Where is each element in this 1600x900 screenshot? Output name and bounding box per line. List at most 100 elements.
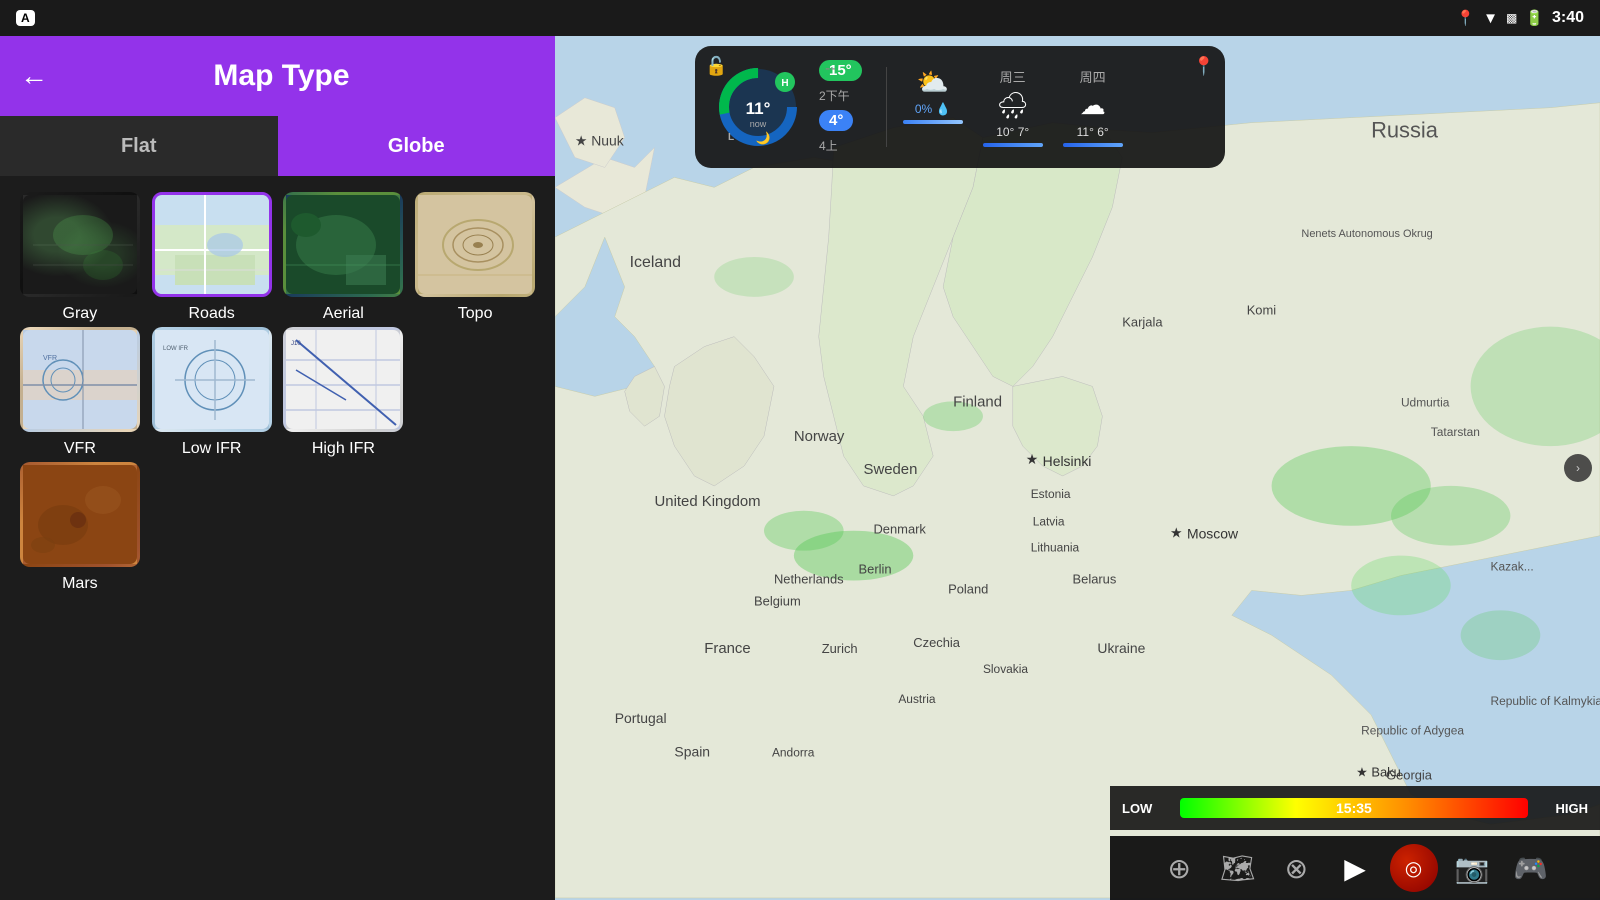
label-helsinki: Helsinki — [1043, 453, 1092, 469]
battery-icon: 🔋 — [1525, 9, 1544, 27]
target-icon[interactable]: ⊕ — [1155, 844, 1203, 892]
camera-icon[interactable]: 📷 — [1448, 844, 1496, 892]
map-thumb-high-ifr: J10 — [283, 327, 403, 432]
label-zurich: Zurich — [822, 641, 858, 656]
legend-low: LOW — [1110, 801, 1164, 816]
label-czechia: Czechia — [913, 635, 960, 650]
status-bar: A 📍 ▼ ▩ 🔋 3:40 — [0, 0, 1600, 36]
globe-icon[interactable]: ◎ — [1390, 844, 1438, 892]
thu-cloud-icon: ☁ — [1080, 90, 1106, 121]
now-label: now — [750, 119, 767, 129]
label-belarus: Belarus — [1073, 571, 1117, 586]
globe-toggle[interactable]: Globe — [278, 116, 556, 176]
map-type-high-ifr[interactable]: J10 High IFR — [280, 327, 408, 458]
layers-icon[interactable]: ⊗ — [1272, 844, 1320, 892]
mars-map-svg — [23, 465, 137, 564]
low-ifr-map-svg: LOW IFR — [155, 330, 269, 429]
label-russia: Russia — [1371, 118, 1439, 143]
label-spain: Spain — [674, 744, 710, 760]
map-thumb-topo — [415, 192, 535, 297]
flat-toggle[interactable]: Flat — [0, 116, 278, 176]
label-norway: Norway — [794, 428, 845, 445]
label-moscow: Moscow — [1187, 526, 1239, 542]
gamepad-icon[interactable]: 🎮 — [1507, 844, 1555, 892]
wifi-icon: ▼ — [1483, 10, 1498, 27]
label-sweden: Sweden — [864, 461, 918, 478]
panel-title: Map Type — [68, 59, 495, 93]
map-type-low-ifr[interactable]: LOW IFR Low IFR — [148, 327, 276, 458]
label-portugal: Portugal — [615, 710, 667, 726]
map-label-vfr: VFR — [64, 440, 96, 458]
status-app-icon: A — [16, 10, 35, 26]
map-icon[interactable]: 🗺 — [1214, 844, 1262, 892]
map-area: Russia Iceland Finland Norway Sweden Uni… — [555, 36, 1600, 900]
status-left: A — [16, 10, 35, 26]
location-icon: 📍 — [1456, 9, 1475, 27]
thu-bar — [1063, 143, 1123, 147]
map-thumb-roads — [152, 192, 272, 297]
label-tatarstan: Tatarstan — [1431, 425, 1480, 439]
map-type-aerial[interactable]: Aerial — [280, 192, 408, 323]
forecast-thursday: 周四 ☁ 11° 6° — [1063, 67, 1123, 147]
map-label-aerial: Aerial — [323, 305, 364, 323]
map-thumb-aerial — [283, 192, 403, 297]
l-label: L — [728, 132, 734, 143]
map-thumb-gray — [20, 192, 140, 297]
low-temp-label: 4上 — [819, 137, 838, 154]
map-grid: Gray Roads — [0, 176, 555, 900]
today-rain: 0% 💧 — [915, 102, 951, 116]
today-cloud-icon: ⛅ — [917, 67, 949, 98]
label-belgium: Belgium — [754, 593, 801, 608]
star-helsinki: ★ — [1026, 451, 1038, 467]
label-adygea: Republic of Adygea — [1361, 724, 1464, 738]
label-latvia: Latvia — [1033, 515, 1065, 529]
status-right: 📍 ▼ ▩ 🔋 3:40 — [1456, 9, 1584, 27]
star-baku: ★ Baku — [1356, 765, 1401, 780]
dial-svg: H L 🌙 11° now — [713, 62, 803, 152]
label-france: France — [704, 640, 750, 657]
aerial-map-svg — [286, 195, 400, 294]
legend-bar: LOW 15:35 HIGH — [1110, 786, 1600, 830]
toggle-row: Flat Globe — [0, 116, 555, 176]
map-type-roads[interactable]: Roads — [148, 192, 276, 323]
wed-bar — [983, 143, 1043, 147]
svg-text:VFR: VFR — [43, 355, 57, 362]
high-ifr-map-svg: J10 — [286, 330, 400, 429]
panel-header: ← Map Type — [0, 36, 555, 116]
weather-forecast: ⛅ 0% 💧 周三 🌧 10° 7° 周四 ☁ 11° 6 — [886, 67, 1123, 147]
map-thumb-vfr: VFR — [20, 327, 140, 432]
map-label-topo: Topo — [458, 305, 493, 323]
vfr-map-svg: VFR — [23, 330, 137, 429]
map-thumb-mars — [20, 462, 140, 567]
label-slovakia: Slovakia — [983, 662, 1028, 676]
label-estonia: Estonia — [1031, 487, 1071, 501]
h-label: H — [781, 78, 788, 89]
svg-text:J10: J10 — [291, 341, 301, 347]
map-label-mars: Mars — [62, 575, 98, 593]
left-panel: ← Map Type Flat Globe Gray — [0, 36, 555, 900]
thu-temps: 11° 6° — [1077, 125, 1109, 139]
label-lithuania: Lithuania — [1031, 541, 1080, 555]
map-type-vfr[interactable]: VFR VFR — [16, 327, 144, 458]
back-button[interactable]: ← — [20, 60, 48, 92]
wed-label: 周三 — [1000, 67, 1026, 86]
bottom-bar: ⊕ 🗺 ⊗ ▶ ◎ 📷 🎮 — [1110, 836, 1600, 900]
label-kazakh: Kazak... — [1491, 560, 1534, 574]
scroll-button[interactable]: › — [1564, 454, 1592, 482]
play-icon[interactable]: ▶ — [1331, 844, 1379, 892]
label-denmark: Denmark — [873, 522, 926, 537]
map-label-gray: Gray — [63, 305, 98, 323]
map-type-gray[interactable]: Gray — [16, 192, 144, 323]
map-type-mars[interactable]: Mars — [16, 462, 144, 593]
label-udmurtia: Udmurtia — [1401, 395, 1450, 409]
wed-temps: 10° 7° — [996, 125, 1029, 139]
label-andorra: Andorra — [772, 746, 815, 760]
label-nenetsa2: Nenets Autonomous Okrug — [1301, 228, 1432, 240]
label-austria: Austria — [898, 692, 936, 706]
forecast-today: ⛅ 0% 💧 — [903, 67, 963, 147]
gray-map-svg — [23, 195, 137, 294]
label-karjala: Karjala — [1122, 315, 1163, 330]
label-netherlands: Netherlands — [774, 571, 844, 586]
map-type-topo[interactable]: Topo — [411, 192, 539, 323]
label-finland: Finland — [953, 393, 1002, 410]
